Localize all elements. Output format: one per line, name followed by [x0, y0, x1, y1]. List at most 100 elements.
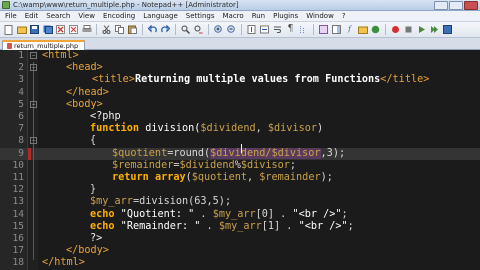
operator: ;	[341, 208, 348, 220]
menu-settings[interactable]: Settings	[182, 12, 219, 20]
menu-view[interactable]: View	[74, 12, 99, 20]
menu-bar: File Edit Search View Encoding Language …	[0, 11, 480, 22]
variable: $my_arr	[218, 220, 262, 232]
play-icon[interactable]	[416, 24, 427, 35]
document-tab-bar: return_multiple.php	[0, 38, 480, 50]
sync-v-icon[interactable]	[246, 24, 257, 35]
html-close-tag: </html>	[42, 257, 85, 269]
index: [0]	[255, 208, 275, 220]
function-list-icon[interactable]: f	[344, 24, 355, 35]
variable: $my_arr	[212, 208, 256, 220]
menu-file[interactable]: File	[1, 12, 21, 20]
copy-icon[interactable]	[114, 24, 125, 35]
code-line: 13 $my_arr=division(63,5);	[0, 196, 480, 208]
toolbar-separator	[208, 24, 209, 35]
operator: ,	[255, 123, 268, 135]
folder-icon[interactable]	[357, 24, 368, 35]
redo-icon[interactable]	[160, 24, 171, 35]
close-icon[interactable]	[55, 24, 66, 35]
new-file-icon[interactable]	[3, 24, 14, 35]
fold-toggle-icon[interactable]: −	[30, 137, 37, 145]
record-icon[interactable]	[390, 24, 401, 35]
line-number: 17	[12, 245, 24, 257]
line-number: 4	[18, 86, 24, 98]
indent-guide-icon[interactable]	[298, 24, 309, 35]
doc-map-icon[interactable]	[331, 24, 342, 35]
unsaved-file-icon	[7, 43, 12, 49]
text-cursor	[241, 144, 242, 153]
menu-macro[interactable]: Macro	[219, 12, 248, 20]
monitor-icon[interactable]	[370, 24, 381, 35]
open-icon[interactable]	[16, 24, 27, 35]
operator: ;	[347, 220, 354, 232]
maximize-button[interactable]	[449, 1, 463, 10]
keyword: echo	[90, 208, 115, 220]
line-number: 7	[18, 123, 24, 135]
variable: $quotient	[112, 147, 168, 159]
close-all-icon[interactable]	[68, 24, 79, 35]
line-number: 10	[12, 159, 24, 171]
code-line: 2 − <head>	[0, 62, 480, 74]
operator: );	[320, 172, 333, 183]
tab-return-multiple[interactable]: return_multiple.php	[2, 40, 86, 50]
minimize-button[interactable]	[434, 1, 448, 10]
replace-icon[interactable]	[193, 24, 204, 35]
paste-icon[interactable]	[127, 24, 138, 35]
all-chars-icon[interactable]: ¶	[285, 24, 296, 35]
zoom-in-icon[interactable]	[213, 24, 224, 35]
operator: =division(63,5);	[132, 196, 232, 208]
variable: $my_arr	[90, 196, 133, 208]
fold-toggle-icon[interactable]: −	[30, 100, 37, 108]
html-tag: <html>	[42, 50, 79, 61]
close-window-button[interactable]	[464, 1, 478, 10]
line-number: 16	[12, 233, 24, 244]
menu-edit[interactable]: Edit	[21, 12, 43, 20]
toolbar-separator	[241, 24, 242, 35]
code-line: 10 $remainder=$dividend%$divisor;	[0, 160, 480, 172]
play-multi-icon[interactable]	[429, 24, 440, 35]
find-icon[interactable]	[180, 24, 191, 35]
code-editor[interactable]: 1 − <html> 2 − <head> 3 <title>Returning…	[0, 50, 480, 270]
string: "Remainder: "	[114, 220, 201, 232]
save-all-icon[interactable]	[42, 24, 53, 35]
toolbar-separator	[96, 24, 97, 35]
line-number: 18	[12, 257, 24, 269]
code-line: 6 <?php	[0, 111, 480, 123]
code-line: 5 − <body>	[0, 99, 480, 111]
line-number: 5	[18, 98, 24, 110]
stop-icon[interactable]	[403, 24, 414, 35]
menu-window[interactable]: Window	[302, 12, 338, 20]
string: "Quotient: "	[114, 208, 195, 220]
line-number: 14	[12, 208, 24, 220]
line-number: 2	[18, 62, 24, 74]
body-tag: <body>	[66, 98, 103, 110]
menu-help[interactable]: ?	[338, 12, 350, 20]
code-line: 7 function division($dividend, $divisor)	[0, 123, 480, 135]
operator: .	[194, 208, 213, 220]
zoom-out-icon[interactable]	[226, 24, 237, 35]
variable: $dividend	[200, 123, 256, 135]
sync-h-icon[interactable]	[259, 24, 270, 35]
menu-run[interactable]: Run	[248, 12, 269, 20]
cut-icon[interactable]	[101, 24, 112, 35]
menu-encoding[interactable]: Encoding	[99, 12, 139, 20]
title-open-tag: <title>	[92, 74, 135, 86]
fold-toggle-icon[interactable]: −	[30, 52, 37, 59]
undo-icon[interactable]	[147, 24, 158, 35]
menu-search[interactable]: Search	[42, 12, 74, 20]
operator: .	[280, 220, 299, 232]
menu-language[interactable]: Language	[139, 12, 182, 20]
wrap-icon[interactable]	[272, 24, 283, 35]
keyword: echo	[90, 220, 115, 232]
brace: {	[90, 135, 97, 147]
index: [1]	[261, 220, 281, 232]
toolbar-separator	[175, 24, 176, 35]
udl-icon[interactable]	[318, 24, 329, 35]
print-icon[interactable]	[81, 24, 92, 35]
save-icon[interactable]	[29, 24, 40, 35]
variable: $dividend	[179, 159, 235, 171]
head-close-tag: </head>	[66, 86, 109, 98]
save-macro-icon[interactable]	[442, 24, 453, 35]
menu-plugins[interactable]: Plugins	[269, 12, 302, 20]
fold-toggle-icon[interactable]: −	[30, 64, 37, 72]
